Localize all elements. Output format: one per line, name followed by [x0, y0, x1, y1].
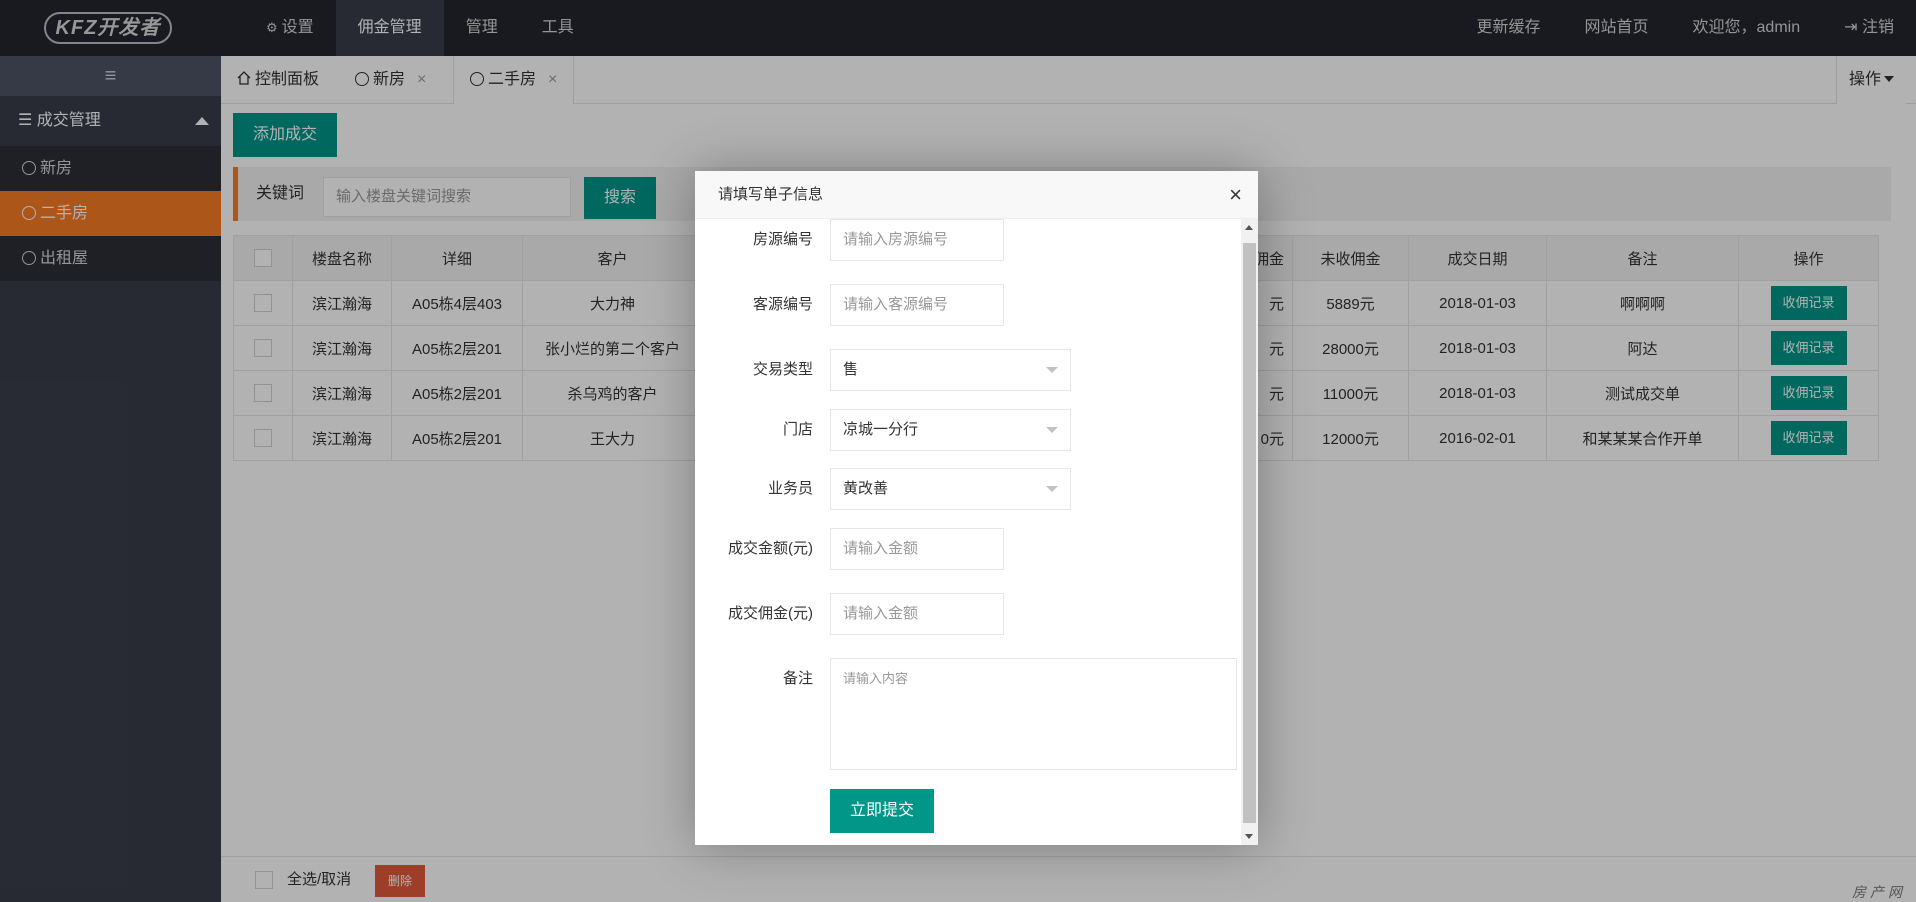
commission-label: 成交佣金(元): [728, 605, 813, 622]
dialog-title: 请填写单子信息: [718, 186, 824, 203]
client-no-label: 客源编号: [752, 296, 813, 313]
dropdown-arrow-icon: [1046, 486, 1058, 492]
store-value: 凉城一分行: [843, 421, 919, 438]
scroll-down-icon[interactable]: [1245, 834, 1253, 839]
deal-form-dialog: 请填写单子信息 × 房源编号 请输入房源编号 客源编号 请输入客源编号 交易类型…: [695, 171, 1258, 845]
agent-select[interactable]: 黄改善: [830, 468, 1071, 510]
dialog-body: 房源编号 请输入房源编号 客源编号 请输入客源编号 交易类型 售 门店 凉城一分…: [695, 219, 1258, 845]
dialog-scrollbar[interactable]: [1241, 219, 1258, 845]
amount-input[interactable]: 请输入金额: [830, 528, 1004, 570]
scroll-up-icon[interactable]: [1245, 225, 1253, 230]
close-icon[interactable]: ×: [1229, 171, 1242, 219]
store-label: 门店: [782, 421, 813, 438]
trade-type-select[interactable]: 售: [830, 349, 1071, 391]
commission-input[interactable]: 请输入金额: [830, 593, 1004, 635]
amount-label: 成交金额(元): [728, 540, 813, 557]
trade-type-label: 交易类型: [752, 361, 813, 378]
dialog-header: 请填写单子信息 ×: [695, 171, 1258, 219]
note-textarea[interactable]: 请输入内容: [830, 658, 1237, 770]
dropdown-arrow-icon: [1046, 427, 1058, 433]
client-no-input[interactable]: 请输入客源编号: [830, 284, 1004, 326]
house-no-input[interactable]: 请输入房源编号: [830, 219, 1004, 261]
note-label: 备注: [782, 670, 813, 687]
store-select[interactable]: 凉城一分行: [830, 409, 1071, 451]
trade-type-value: 售: [843, 361, 859, 378]
scroll-thumb[interactable]: [1243, 243, 1256, 823]
submit-button[interactable]: 立即提交: [830, 789, 934, 833]
agent-value: 黄改善: [843, 480, 889, 497]
agent-label: 业务员: [767, 480, 813, 497]
watermark: 房产网: [1852, 884, 1906, 900]
house-no-label: 房源编号: [752, 231, 813, 248]
dropdown-arrow-icon: [1046, 367, 1058, 373]
